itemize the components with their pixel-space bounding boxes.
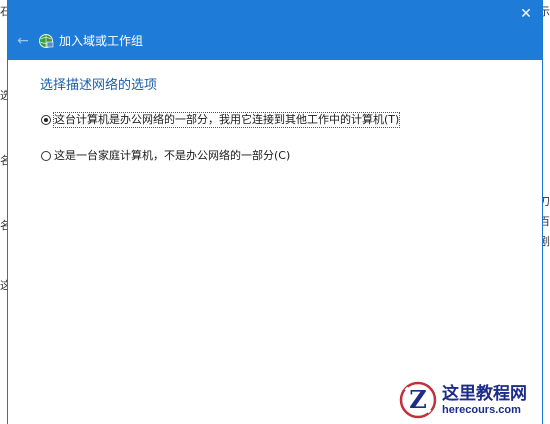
network-globe-icon (39, 34, 54, 48)
page-heading: 选择描述网络的选项 (40, 78, 158, 93)
background-window-right: 示 刀 百 剧 (539, 0, 550, 424)
radio-button-selected[interactable] (41, 115, 51, 125)
svg-text:Z: Z (409, 385, 427, 414)
site-watermark: Z 这里教程网 herecours.com (398, 378, 548, 422)
dialog-title: 加入域或工作组 (59, 34, 144, 48)
option-label[interactable]: 这台计算机是办公网络的一部分，我用它连接到其他工作中的计算机(T) (52, 112, 401, 128)
option-work-network[interactable]: 这台计算机是办公网络的一部分，我用它连接到其他工作中的计算机(T) (41, 112, 401, 128)
join-domain-dialog: ✕ ← 加入域或工作组 选择描述网络的选项 这台计算机是办公网络的一部分，我用它… (7, 0, 543, 424)
watermark-url: herecours.com (442, 403, 521, 416)
screen: 石 选 名 名 这 示 刀 百 剧 ✕ ← 加入域或工作组 选择描述网络的选项 … (0, 0, 550, 424)
radio-button[interactable] (41, 151, 51, 161)
back-arrow-button[interactable]: ← (14, 32, 32, 50)
watermark-name: 这里教程网 (442, 383, 527, 404)
option-home-computer[interactable]: 这是一台家庭计算机，不是办公网络的一部分(C) (41, 149, 290, 163)
watermark-text: 这里教程网 herecours.com (442, 384, 527, 417)
option-label[interactable]: 这是一台家庭计算机，不是办公网络的一部分(C) (54, 149, 290, 163)
close-button[interactable]: ✕ (516, 4, 536, 24)
dialog-content: 选择描述网络的选项 这台计算机是办公网络的一部分，我用它连接到其他工作中的计算机… (8, 60, 542, 424)
site-logo-icon: Z (399, 381, 437, 419)
dialog-titlebar: ✕ ← 加入域或工作组 (8, 0, 542, 60)
